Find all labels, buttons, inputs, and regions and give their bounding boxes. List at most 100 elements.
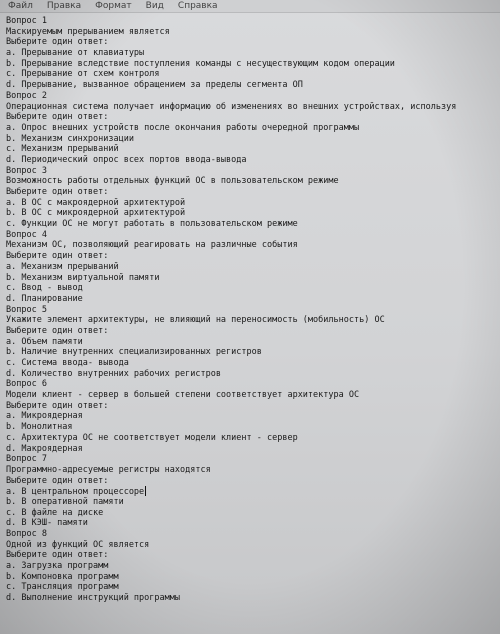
text-line-content: c. Трансляция программ: [6, 582, 119, 593]
menu-file[interactable]: Файл: [8, 0, 33, 12]
text-line-content: Выберите один ответ:: [6, 37, 109, 48]
text-caret: [145, 486, 147, 497]
text-line-content: a. В центральном процессоре: [6, 487, 145, 498]
text-line: a. Механизм прерываний: [6, 262, 500, 273]
text-line-content: Одной из функций ОС является: [6, 539, 150, 550]
menu-view[interactable]: Вид: [146, 0, 164, 12]
text-line: c. Система ввода- вывода: [6, 358, 500, 369]
text-editor-area[interactable]: Вопрос 1 Маскируемым прерыванием является…: [6, 16, 500, 634]
text-line: d. Макроядерная: [6, 444, 500, 455]
text-line-content: b. В ОС с микроядерной архитектурой: [6, 208, 186, 219]
text-line-content: b. Механизм синхронизации: [6, 133, 134, 144]
text-line: Одной из функций ОС является: [6, 540, 500, 551]
text-line: b. Наличие внутренних специализированных…: [6, 347, 500, 358]
text-line: Модели клиент - сервер в большей степени…: [6, 390, 500, 401]
text-line-content: d. В КЭШ- памяти: [6, 518, 88, 529]
text-line-content: Операционная система получает информацию…: [6, 101, 457, 112]
text-line-content: b. Компоновка программ: [6, 571, 119, 582]
text-line-content: Вопрос 7: [6, 454, 47, 465]
text-line: Вопрос 1: [6, 16, 500, 27]
text-line: Укажите элемент архитектуры, не влияющий…: [6, 315, 500, 326]
text-line-content: a. Загрузка программ: [6, 561, 109, 572]
text-line: Вопрос 7: [6, 454, 500, 465]
text-line-content: Выберите один ответ:: [6, 550, 109, 561]
text-line: d. Количество внутренних рабочих регистр…: [6, 369, 500, 380]
text-line: b. Монолитная: [6, 422, 500, 433]
text-line: Маскируемым прерыванием является: [6, 27, 500, 38]
menu-edit[interactable]: Правка: [47, 0, 81, 12]
text-line-content: Возможность работы отдельных функций ОС …: [6, 176, 339, 187]
text-line: c. Ввод - вывод: [6, 283, 500, 294]
menu-help[interactable]: Справка: [178, 0, 218, 12]
text-line-content: a. Прерывание от клавиатуры: [6, 48, 145, 59]
text-line: b. В оперативной памяти: [6, 497, 500, 508]
text-line: c. Прерывание от схем контроля: [6, 69, 500, 80]
text-line-content: Вопрос 4: [6, 229, 47, 240]
text-line-content: d. Периодический опрос всех портов ввода…: [6, 154, 247, 165]
text-line-content: b. Механизм виртуальной памяти: [6, 272, 160, 283]
text-line-content: Вопрос 8: [6, 529, 47, 539]
text-line-content: Выберите один ответ:: [6, 251, 109, 262]
text-line: b. Механизм синхронизации: [6, 134, 500, 145]
text-line: d. Периодический опрос всех портов ввода…: [6, 155, 500, 166]
text-line: c. Трансляция программ: [6, 582, 500, 593]
text-line-content: c. Система ввода- вывода: [6, 358, 129, 368]
text-line-content: d. Выполнение инструкций программы: [6, 593, 180, 604]
text-line-content: Выберите один ответ:: [6, 400, 109, 411]
text-line: b. В ОС с микроядерной архитектурой: [6, 208, 500, 219]
text-line: Вопрос 5: [6, 305, 500, 316]
text-line-content: c. Функции ОС не могут работать в пользо…: [6, 219, 298, 230]
text-line: d. Прерывание, вызванное обращением за п…: [6, 80, 500, 91]
text-line-content: a. Механизм прерываний: [6, 261, 119, 272]
notepad-window: Файл Правка Формат Вид Справка Вопрос 1М…: [0, 0, 500, 634]
text-line: d. Выполнение инструкций программы: [6, 593, 500, 604]
text-line: d. Планирование: [6, 294, 500, 305]
text-line-content: d. Макроядерная: [6, 443, 83, 454]
text-line-content: c. Архитектура ОС не соответствует модел…: [6, 432, 298, 443]
text-line-content: Выберите один ответ:: [6, 187, 109, 197]
text-line: Выберите один ответ:: [6, 112, 500, 123]
text-line-content: d. Прерывание, вызванное обращением за п…: [6, 80, 303, 91]
text-line-content: d. Количество внутренних рабочих регистр…: [6, 368, 221, 379]
text-line-content: b. Монолитная: [6, 422, 73, 433]
text-line-content: d. Планирование: [6, 293, 83, 304]
text-line: a. Прерывание от клавиатуры: [6, 48, 500, 59]
text-line-content: a. Опрос внешних устройств после окончан…: [6, 122, 360, 133]
text-line: Вопрос 6: [6, 379, 500, 390]
text-line: Выберите один ответ:: [6, 187, 500, 198]
text-line: Выберите один ответ:: [6, 326, 500, 337]
text-line-content: Программно-адресуемые регистры находятся: [6, 464, 211, 475]
text-line: Вопрос 2: [6, 91, 500, 102]
text-line: a. В ОС с макроядерной архитектурой: [6, 198, 500, 209]
text-line-content: b. В оперативной памяти: [6, 496, 124, 507]
text-line-content: Вопрос 1: [6, 16, 47, 26]
menu-bar: Файл Правка Формат Вид Справка: [0, 0, 500, 13]
text-line-content: b. Наличие внутренних специализированных…: [6, 347, 262, 358]
text-line: a. Загрузка программ: [6, 561, 500, 572]
text-line-content: Вопрос 2: [6, 90, 47, 101]
text-line-content: Вопрос 3: [6, 165, 47, 176]
text-line: Выберите один ответ:: [6, 401, 500, 412]
text-line: a. Опрос внешних устройств после окончан…: [6, 123, 500, 134]
text-line-content: Механизм ОС, позволяющий реагировать на …: [6, 240, 298, 251]
text-line: a. Микроядерная: [6, 411, 500, 422]
text-line: c. В файле на диске: [6, 508, 500, 519]
text-line-content: Вопрос 5: [6, 304, 47, 315]
text-line: Вопрос 4: [6, 230, 500, 241]
text-line: b. Прерывание вследствие поступления ком…: [6, 59, 500, 70]
text-line-content: a. В ОС с макроядерной архитектурой: [6, 197, 186, 208]
text-line-content: Вопрос 6: [6, 379, 47, 390]
text-line-content: a. Микроядерная: [6, 411, 83, 422]
text-line: b. Компоновка программ: [6, 572, 500, 583]
text-line-content: Модели клиент - сервер в большей степени…: [6, 390, 360, 401]
text-line-content: b. Прерывание вследствие поступления ком…: [6, 58, 395, 69]
text-line: d. В КЭШ- памяти: [6, 518, 500, 529]
text-line: Вопрос 3: [6, 166, 500, 177]
text-line: a. Объем памяти: [6, 337, 500, 348]
text-line-content: c. Механизм прерываний: [6, 144, 119, 155]
text-line: b. Механизм виртуальной памяти: [6, 273, 500, 284]
text-line-content: c. В файле на диске: [6, 507, 104, 518]
text-line: Программно-адресуемые регистры находятся: [6, 465, 500, 476]
text-line: c. Архитектура ОС не соответствует модел…: [6, 433, 500, 444]
menu-format[interactable]: Формат: [95, 0, 132, 12]
